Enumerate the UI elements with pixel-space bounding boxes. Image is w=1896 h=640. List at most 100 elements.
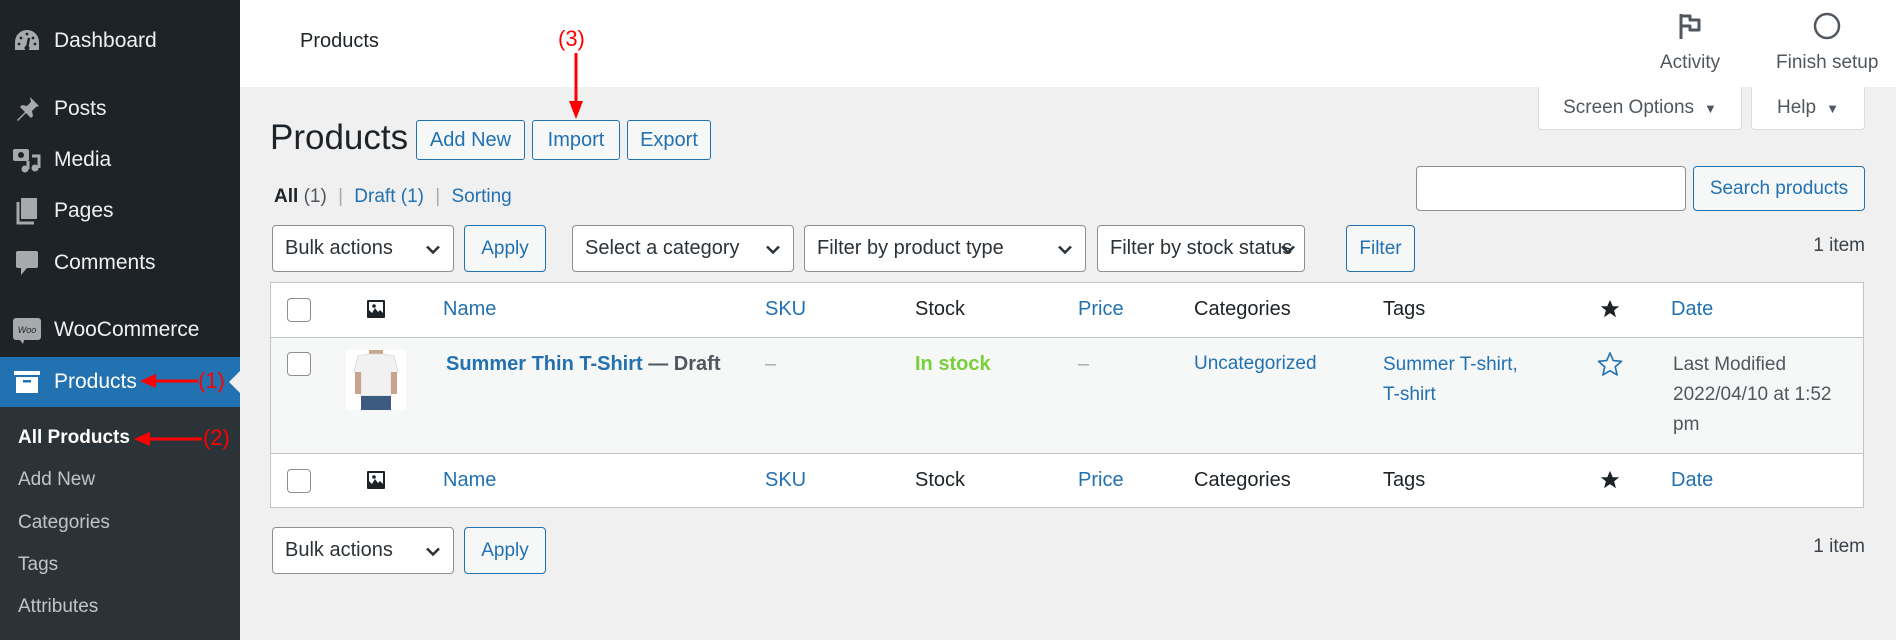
view-all-link[interactable]: All (274, 186, 298, 207)
featured-star-toggle[interactable] (1596, 350, 1624, 384)
screen-options-button[interactable]: Screen Options ▼ (1538, 87, 1742, 130)
tag-link[interactable]: T-shirt (1383, 384, 1436, 405)
sidebar-item-posts[interactable]: Posts (0, 84, 240, 134)
submenu-categories[interactable]: Categories (18, 512, 110, 534)
sidebar-item-label: Posts (54, 97, 107, 120)
chevron-down-icon (765, 237, 781, 260)
apply-button-bottom[interactable]: Apply (464, 527, 546, 574)
circle-icon (1812, 12, 1842, 52)
table-footer-row: Name SKU Stock Price Categories Tags Dat… (271, 454, 1863, 508)
bulk-actions-select-bottom[interactable]: Bulk actions (272, 527, 454, 574)
view-draft-count: (1) (400, 186, 424, 207)
media-icon (12, 145, 42, 175)
featured-column-icon[interactable] (1599, 298, 1621, 326)
caret-down-icon: ▼ (1826, 100, 1839, 116)
tags-cell: Summer T-shirt, T-shirt (1383, 350, 1533, 410)
annotation-arrow-1 (140, 373, 198, 394)
row-checkbox[interactable] (287, 352, 311, 376)
bulk-actions-value: Bulk actions (285, 237, 393, 259)
sidebar-item-media[interactable]: Media (0, 135, 240, 185)
submenu-tags[interactable]: Tags (18, 554, 58, 576)
annotation-label-2: (2) (203, 425, 230, 450)
submenu-attributes[interactable]: Attributes (18, 596, 98, 618)
annotation-label-3: (3) (558, 26, 585, 51)
column-header-price[interactable]: Price (1078, 298, 1124, 321)
tag-link[interactable]: Summer T-shirt, (1383, 354, 1518, 375)
products-table: Name SKU Stock Price Categories Tags Dat… (270, 282, 1864, 508)
date-label: Last Modified (1673, 354, 1787, 375)
sidebar-item-label: Dashboard (54, 29, 157, 52)
admin-sidebar: Dashboard Posts Media Pages Comments Woo… (0, 0, 240, 640)
category-select[interactable]: Select a category (572, 225, 794, 272)
page-title: Products (270, 118, 409, 157)
column-footer-categories: Categories (1194, 469, 1291, 491)
chevron-down-icon (425, 539, 441, 562)
annotation-arrow-2 (134, 431, 202, 452)
import-button[interactable]: Import (532, 120, 620, 160)
activity-label: Activity (1660, 52, 1721, 73)
annotation-arrow-3 (568, 53, 584, 124)
column-footer-price[interactable]: Price (1078, 469, 1124, 492)
product-type-select[interactable]: Filter by product type (804, 225, 1086, 272)
stock-status-select[interactable]: Filter by stock status (1097, 225, 1305, 272)
sidebar-item-woocommerce[interactable]: Woo WooCommerce (0, 305, 240, 355)
separator: | (338, 186, 344, 207)
stock-status-cell: In stock (915, 353, 991, 375)
product-thumbnail[interactable] (346, 350, 406, 410)
column-header-name[interactable]: Name (443, 298, 496, 321)
column-footer-name[interactable]: Name (443, 469, 496, 492)
finish-setup-button[interactable]: Finish setup (1776, 12, 1878, 74)
submenu-add-new[interactable]: Add New (18, 469, 95, 491)
date-value: 2022/04/10 at 1:52 pm (1673, 384, 1832, 435)
item-count-top: 1 item (1813, 235, 1865, 256)
submenu-all-products[interactable]: All Products (18, 427, 130, 449)
product-state: — Draft (648, 353, 721, 375)
image-column-icon (366, 470, 386, 495)
archive-icon (12, 367, 42, 397)
bulk-actions-value: Bulk actions (285, 539, 393, 561)
select-all-checkbox[interactable] (287, 298, 311, 322)
column-header-date[interactable]: Date (1671, 298, 1713, 321)
finish-setup-label: Finish setup (1776, 52, 1879, 73)
view-sorting-link[interactable]: Sorting (452, 186, 512, 207)
search-products-input[interactable] (1416, 166, 1686, 211)
sidebar-item-pages[interactable]: Pages (0, 186, 240, 236)
bulk-actions-select[interactable]: Bulk actions (272, 225, 454, 272)
svg-text:Woo: Woo (18, 325, 37, 335)
export-button[interactable]: Export (627, 120, 711, 160)
apply-button[interactable]: Apply (464, 225, 546, 272)
dashboard-icon (12, 26, 42, 56)
view-draft-label: Draft (354, 186, 396, 207)
sidebar-item-dashboard[interactable]: Dashboard (0, 16, 240, 66)
filter-button[interactable]: Filter (1346, 225, 1415, 272)
select-all-checkbox-footer[interactable] (287, 469, 311, 493)
stock-status-value: Filter by stock status (1110, 237, 1293, 259)
sku-cell: – (765, 353, 777, 375)
featured-column-icon[interactable] (1599, 469, 1621, 497)
add-new-button[interactable]: Add New (416, 120, 525, 160)
chevron-down-icon (425, 237, 441, 260)
caret-down-icon: ▼ (1704, 100, 1717, 116)
date-cell: Last Modified 2022/04/10 at 1:52 pm (1673, 350, 1848, 440)
column-header-tags: Tags (1383, 298, 1426, 320)
column-footer-sku[interactable]: SKU (765, 469, 806, 492)
sidebar-item-comments[interactable]: Comments (0, 238, 240, 288)
sidebar-item-label: Comments (54, 251, 156, 274)
top-header-bar: Products Activity Finish setup (240, 0, 1896, 87)
column-header-sku[interactable]: SKU (765, 298, 806, 321)
column-footer-date[interactable]: Date (1671, 469, 1713, 492)
chevron-down-icon (1280, 237, 1296, 260)
search-products-button[interactable]: Search products (1693, 166, 1865, 211)
chevron-down-icon (1057, 237, 1073, 260)
view-all-label: All (274, 186, 299, 207)
column-header-stock: Stock (915, 298, 966, 320)
activity-button[interactable]: Activity (1660, 12, 1720, 74)
category-link[interactable]: Uncategorized (1194, 353, 1317, 375)
product-name-link[interactable]: Summer Thin T-Shirt (446, 353, 643, 375)
active-menu-indicator (229, 371, 240, 393)
view-draft-link[interactable]: Draft (1) (354, 186, 424, 207)
column-footer-tags: Tags (1383, 469, 1426, 491)
pin-icon (12, 94, 42, 124)
help-button[interactable]: Help ▼ (1751, 87, 1865, 130)
pages-icon (12, 196, 42, 226)
